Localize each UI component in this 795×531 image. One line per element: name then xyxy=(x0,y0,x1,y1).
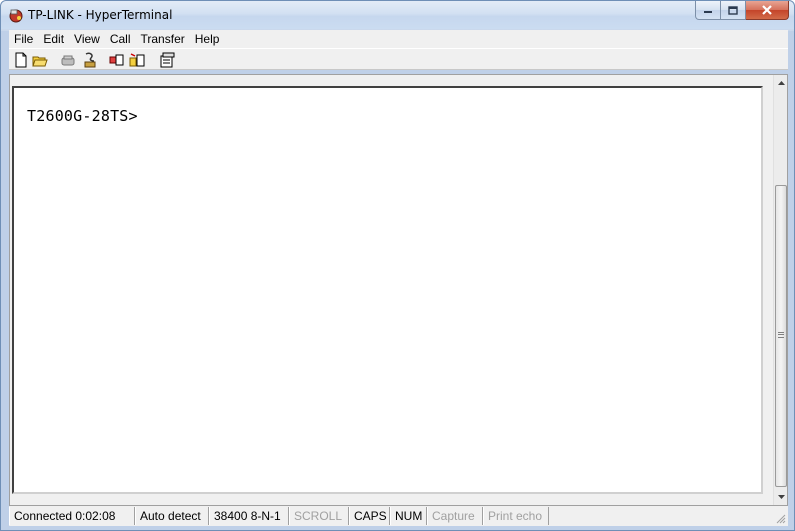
toolbar xyxy=(9,48,788,70)
maximize-icon xyxy=(728,5,738,15)
menu-help[interactable]: Help xyxy=(190,32,225,46)
status-detect: Auto detect xyxy=(135,507,209,525)
status-connection: Connected 0:02:08 xyxy=(9,507,135,525)
minimize-button[interactable] xyxy=(695,1,721,20)
hyperterminal-icon[interactable] xyxy=(8,7,24,23)
vertical-scrollbar[interactable] xyxy=(773,75,787,505)
app-window: TP-LINK - HyperTerminal File Edit View C… xyxy=(0,0,795,531)
minimize-icon xyxy=(704,11,712,13)
scroll-down-button[interactable] xyxy=(774,489,788,505)
send-icon[interactable] xyxy=(109,52,125,68)
status-num: NUM xyxy=(390,507,427,525)
terminal-prompt: T2600G-28TS> xyxy=(27,107,138,125)
menu-edit[interactable]: Edit xyxy=(38,32,69,46)
arrow-up-icon xyxy=(777,81,785,85)
status-caps: CAPS xyxy=(349,507,390,525)
grip-icon xyxy=(778,332,784,338)
terminal-screen[interactable]: T2600G-28TS> xyxy=(12,86,763,494)
menu-transfer[interactable]: Transfer xyxy=(136,32,190,46)
status-print-echo: Print echo xyxy=(483,507,549,525)
maximize-button[interactable] xyxy=(721,1,746,20)
status-settings: 38400 8-N-1 xyxy=(209,507,289,525)
status-bar: Connected 0:02:08 Auto detect 38400 8-N-… xyxy=(9,506,788,526)
terminal-area: T2600G-28TS> xyxy=(9,74,788,506)
open-icon[interactable] xyxy=(32,52,48,68)
menu-file[interactable]: File xyxy=(9,32,38,46)
dial-icon[interactable] xyxy=(82,52,98,68)
window-title: TP-LINK - HyperTerminal xyxy=(28,8,173,22)
new-icon[interactable] xyxy=(13,52,29,68)
disconnect-icon[interactable] xyxy=(60,52,76,68)
title-bar[interactable]: TP-LINK - HyperTerminal xyxy=(1,1,794,29)
receive-icon[interactable] xyxy=(129,52,145,68)
properties-icon[interactable] xyxy=(159,52,175,68)
scroll-up-button[interactable] xyxy=(774,75,788,91)
caption-buttons xyxy=(695,1,789,21)
arrow-down-icon xyxy=(777,495,785,499)
close-button[interactable] xyxy=(746,1,789,20)
menu-call[interactable]: Call xyxy=(105,32,136,46)
menu-bar: File Edit View Call Transfer Help xyxy=(9,30,788,48)
menu-view[interactable]: View xyxy=(69,32,105,46)
resize-grip-icon[interactable] xyxy=(776,514,786,524)
close-icon xyxy=(762,5,772,15)
scroll-thumb[interactable] xyxy=(775,185,787,487)
status-scroll: SCROLL xyxy=(289,507,349,525)
status-capture: Capture xyxy=(427,507,483,525)
